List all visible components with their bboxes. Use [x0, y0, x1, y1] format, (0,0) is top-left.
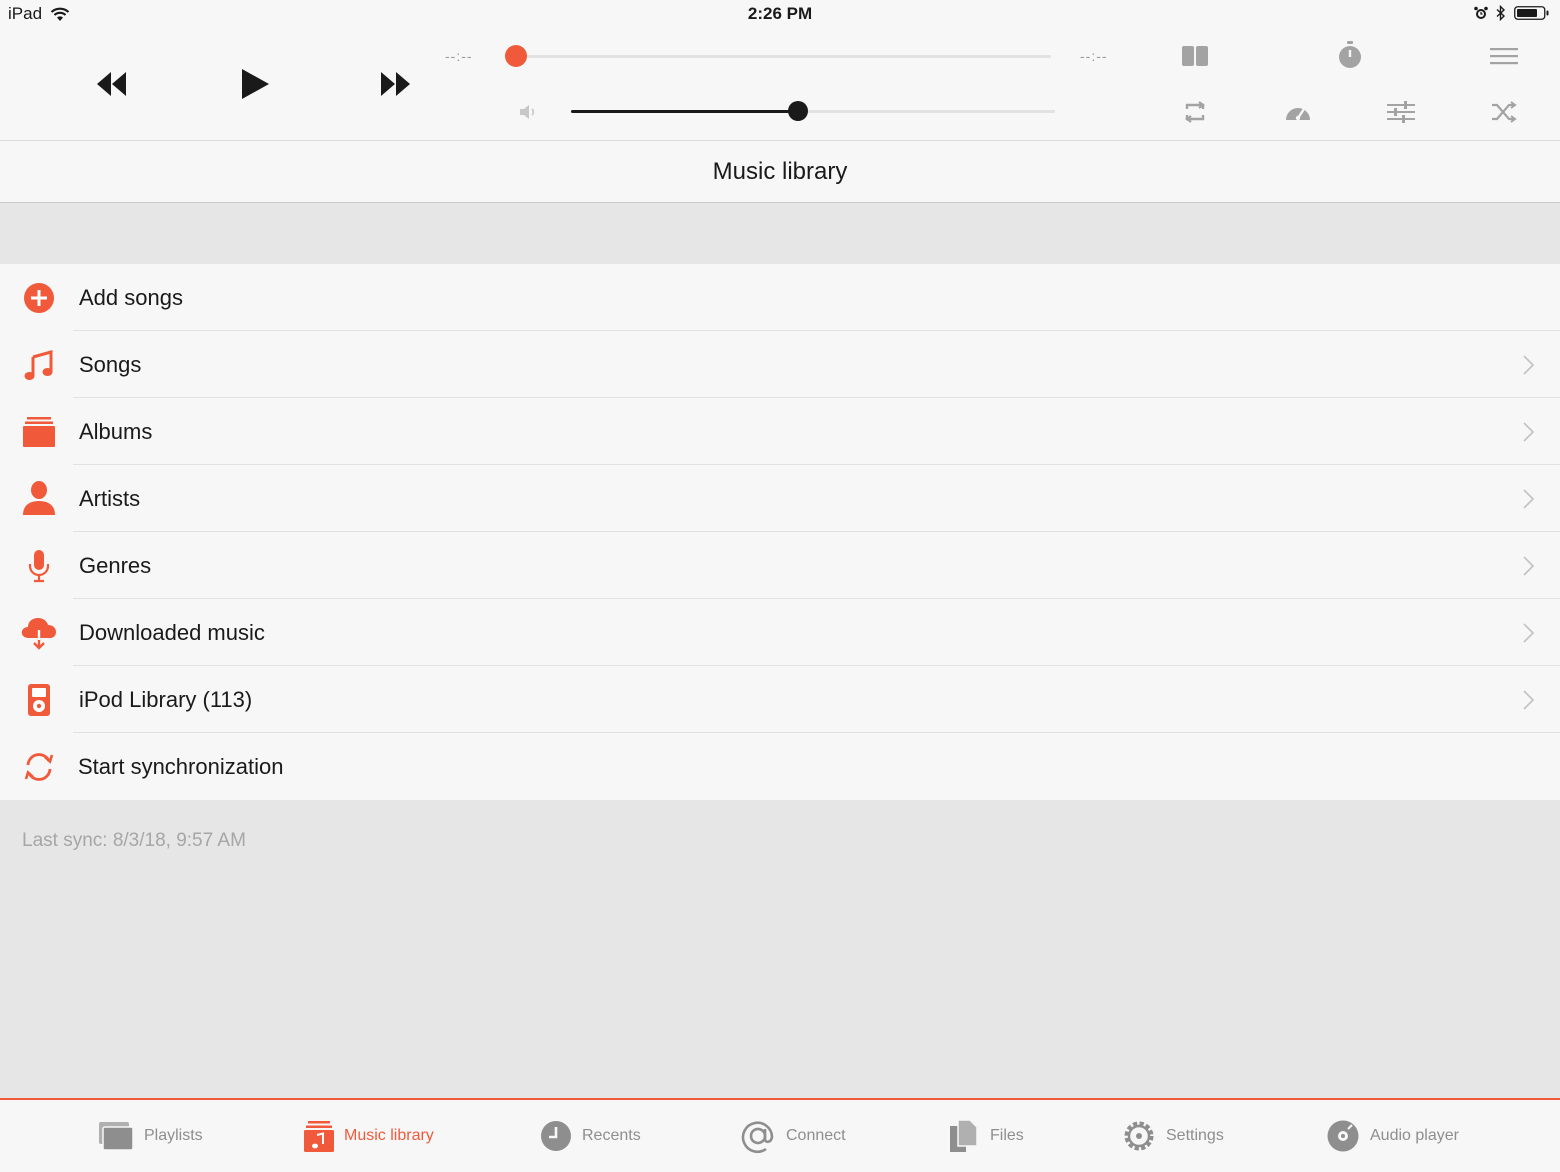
rewind-icon — [97, 72, 126, 96]
music-note-icon — [24, 350, 53, 380]
tab-label: Files — [990, 1127, 1024, 1144]
list-item-label: Songs — [79, 352, 142, 377]
volume-slider[interactable] — [571, 101, 1055, 121]
volume-knob[interactable] — [788, 101, 809, 121]
gear-icon — [1124, 1121, 1154, 1151]
sliders-icon — [1387, 101, 1415, 123]
play-icon — [242, 69, 269, 99]
elapsed-time: --:-- — [445, 48, 473, 64]
rewind-button[interactable] — [96, 70, 128, 103]
files-icon — [950, 1119, 978, 1152]
tab-audio-player[interactable]: Audio player — [1326, 1100, 1459, 1172]
chevron-right-icon — [1523, 489, 1534, 509]
tab-music-library[interactable]: Music library — [304, 1100, 434, 1172]
albums-icon — [23, 417, 55, 447]
timer-button[interactable] — [1333, 38, 1367, 72]
player-controls: --:-- --:-- — [0, 28, 1560, 141]
tab-bar: Playlists Music library Recents Connect … — [0, 1098, 1560, 1172]
fast-forward-button[interactable] — [379, 70, 411, 103]
chevron-right-icon — [1523, 690, 1534, 710]
bluetooth-icon — [1496, 5, 1506, 21]
tab-label: Audio player — [1370, 1127, 1459, 1144]
clock-icon — [541, 1121, 571, 1151]
tab-recents[interactable]: Recents — [540, 1100, 641, 1172]
playlists-icon — [99, 1122, 134, 1151]
list-item-add-songs[interactable]: Add songs — [0, 264, 1560, 331]
tab-settings[interactable]: Settings — [1122, 1100, 1224, 1172]
list-item-label: Add songs — [79, 285, 183, 310]
repeat-icon — [1185, 101, 1205, 123]
progress-knob[interactable] — [505, 45, 527, 67]
split-view-button[interactable] — [1178, 39, 1212, 73]
tab-label: Recents — [582, 1127, 641, 1144]
repeat-button[interactable] — [1178, 95, 1212, 129]
page-title: Music library — [712, 158, 848, 185]
list-item-label: Start synchronization — [78, 754, 284, 779]
list-item-genres[interactable]: Genres — [0, 532, 1560, 599]
list-item-ipod-library[interactable]: iPod Library (113) — [0, 666, 1560, 733]
tab-playlists[interactable]: Playlists — [98, 1100, 203, 1172]
equalizer-button[interactable] — [1384, 95, 1418, 129]
progress-slider[interactable] — [505, 45, 1051, 67]
list-item-start-synchronization[interactable]: Start synchronization — [0, 733, 1560, 800]
tab-label: Playlists — [144, 1127, 203, 1144]
split-view-icon — [1182, 46, 1208, 66]
list-item-albums[interactable]: Albums — [0, 398, 1560, 465]
fast-forward-icon — [381, 72, 410, 96]
volume-icon — [520, 105, 535, 119]
tab-files[interactable]: Files — [948, 1100, 1024, 1172]
chevron-right-icon — [1523, 422, 1534, 442]
status-time: 2:26 PM — [747, 4, 813, 23]
at-icon — [741, 1121, 774, 1154]
list-item-label: Genres — [79, 553, 152, 578]
play-button[interactable] — [240, 68, 270, 105]
music-library-icon — [304, 1121, 334, 1152]
disc-icon — [1327, 1120, 1359, 1152]
status-bar: iPad 2:26 PM — [0, 0, 1560, 28]
tab-connect[interactable]: Connect — [740, 1100, 846, 1172]
plus-circle-icon — [24, 283, 54, 313]
speedometer-icon — [1286, 108, 1310, 121]
remaining-time: --:-- — [1080, 48, 1108, 64]
list-item-label: Downloaded music — [79, 620, 265, 645]
tab-label: Music library — [344, 1127, 434, 1144]
list-item-songs[interactable]: Songs — [0, 331, 1560, 398]
cloud-download-icon — [21, 618, 56, 650]
volume-fill — [571, 110, 799, 113]
shuffle-icon — [1492, 101, 1517, 123]
speed-button[interactable] — [1281, 95, 1315, 129]
shuffle-button[interactable] — [1487, 95, 1521, 129]
ipod-icon — [28, 684, 50, 716]
tab-label: Connect — [786, 1127, 846, 1144]
chevron-right-icon — [1523, 556, 1534, 576]
library-list: Add songs Songs Albums Artists Genres Do… — [0, 264, 1560, 800]
stopwatch-icon — [1339, 41, 1361, 68]
menu-icon — [1490, 48, 1518, 65]
microphone-icon — [28, 550, 50, 583]
chevron-right-icon — [1523, 355, 1534, 375]
list-item-artists[interactable]: Artists — [0, 465, 1560, 532]
navigation-bar: Music library — [0, 141, 1560, 203]
person-icon — [23, 481, 55, 515]
list-item-label: Albums — [79, 419, 153, 444]
list-item-downloaded-music[interactable]: Downloaded music — [0, 599, 1560, 666]
tab-label: Settings — [1166, 1127, 1224, 1144]
sync-icon — [24, 753, 54, 781]
list-item-label: iPod Library (113) — [79, 687, 253, 712]
last-sync-text: Last sync: 8/3/18, 9:57 AM — [22, 830, 246, 851]
battery-icon — [1514, 6, 1549, 20]
chevron-right-icon — [1523, 623, 1534, 643]
list-item-label: Artists — [79, 486, 141, 511]
menu-button[interactable] — [1487, 39, 1521, 73]
alarm-icon — [1474, 6, 1488, 19]
